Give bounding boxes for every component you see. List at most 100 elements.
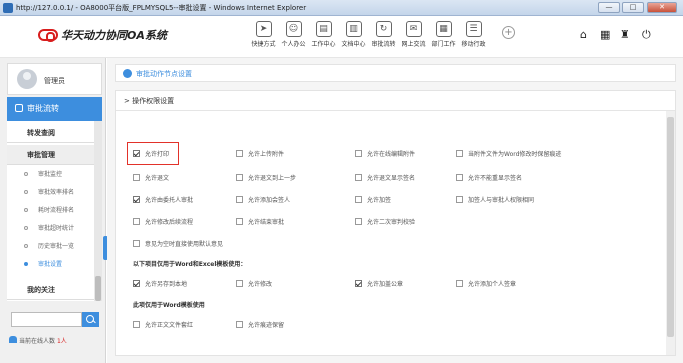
ie-icon <box>3 3 13 13</box>
checkbox[interactable] <box>355 218 362 225</box>
option-keep-trace[interactable]: 当附件文件为Word修改时保留痕迹 <box>456 149 561 158</box>
sidebar-item-duration[interactable]: 耗时流程排名 <box>7 203 94 218</box>
sidebar-item-history[interactable]: 历史审批一览 <box>7 239 94 254</box>
option-red-header[interactable]: 允许正文文件套红 <box>133 320 193 329</box>
option-label: 允许痕迹保留 <box>248 322 285 329</box>
nav-personal[interactable]: ☺ 个人办公 <box>280 19 307 48</box>
checkbox[interactable] <box>133 196 140 203</box>
scrollbar-thumb[interactable] <box>95 276 101 301</box>
option-official-seal[interactable]: 允许加盖公章 <box>355 279 403 288</box>
sidebar-item-monitor[interactable]: 审批监控 <box>7 167 94 182</box>
option-label: 允许加签 <box>367 197 392 204</box>
option-hide-signature[interactable]: 允许不能重显示签名 <box>456 173 522 182</box>
checkbox[interactable] <box>133 218 140 225</box>
checkbox[interactable] <box>355 174 362 181</box>
sidebar-item-efficiency[interactable]: 审批效率排名 <box>7 185 94 200</box>
person-icon: ☺ <box>285 21 302 37</box>
option-label: 允许打印 <box>145 151 170 158</box>
option-same-permission[interactable]: 加签人与审批人权限相同 <box>456 195 534 204</box>
nav-online-chat[interactable]: ✉ 网上交流 <box>400 19 427 48</box>
checkbox[interactable] <box>236 174 243 181</box>
panel-scrollbar[interactable] <box>666 111 675 355</box>
flow-icon: ↻ <box>375 21 392 37</box>
search-button[interactable] <box>82 312 99 327</box>
maximize-button[interactable]: □ <box>622 2 644 13</box>
sidebar-group-follow[interactable]: 我的关注 <box>7 280 94 300</box>
power-icon[interactable]: ⏻ <box>642 28 651 42</box>
chat-icon: ✉ <box>405 21 422 37</box>
mobile-icon: ☰ <box>465 21 482 37</box>
checkbox[interactable] <box>236 150 243 157</box>
option-allow-addsign[interactable]: 允许加签 <box>355 195 391 204</box>
option-second-check[interactable]: 允许二次审判校验 <box>355 217 415 226</box>
sidebar-group-forward[interactable]: 转发查阅 <box>7 123 94 143</box>
checkbox[interactable] <box>355 280 362 287</box>
skin-icon[interactable]: ♜ <box>620 28 630 41</box>
sidebar-group-approval-manage[interactable]: 审批管理 <box>7 145 94 165</box>
scrollbar-thumb[interactable] <box>667 117 674 337</box>
nav-label: 个人办公 <box>281 41 306 48</box>
checkbox[interactable] <box>355 196 362 203</box>
checkbox[interactable] <box>456 174 463 181</box>
nav-department-work[interactable]: ▦ 部门工作 <box>430 19 457 48</box>
home-icon[interactable]: ⌂ <box>580 28 587 41</box>
sidebar-item-overtime[interactable]: 审批超时统计 <box>7 221 94 236</box>
checkbox[interactable] <box>236 280 243 287</box>
checkbox[interactable] <box>133 321 140 328</box>
sidebar-item-label: 历史审批一览 <box>38 243 75 250</box>
flow-icon <box>15 104 23 112</box>
option-personal-seal[interactable]: 允许添加个人签章 <box>456 279 516 288</box>
nav-document-center[interactable]: ▥ 文档中心 <box>340 19 367 48</box>
minimize-button[interactable]: — <box>598 2 620 13</box>
nav-shortcut[interactable]: ➤ 快捷方式 <box>250 19 277 48</box>
permission-panel: > 操作权限设置 允许打印 允许上传附件 允许在线编辑附件 当附件文件为Word… <box>115 90 676 356</box>
checkbox[interactable] <box>133 150 140 157</box>
checkbox[interactable] <box>456 280 463 287</box>
option-add-cosigner[interactable]: 允许添加会签人 <box>236 195 290 204</box>
checkbox[interactable] <box>133 174 140 181</box>
option-return-prev[interactable]: 允许退文到上一步 <box>236 173 296 182</box>
option-label: 允许正文文件套红 <box>145 322 194 329</box>
sidebar-search-input[interactable] <box>11 312 82 327</box>
option-allow-print[interactable]: 允许打印 <box>133 149 169 158</box>
nav-mobile-admin[interactable]: ☰ 移动行政 <box>460 19 487 48</box>
sidebar-scrollbar[interactable] <box>94 121 102 301</box>
app-logo[interactable]: 华天动力协同OA系统 <box>38 27 167 43</box>
option-label: 允许添加会签人 <box>248 197 291 204</box>
sidebar-item-settings[interactable]: 审批设置 <box>7 257 94 272</box>
checkbox[interactable] <box>236 321 243 328</box>
sidebar-section-approval[interactable]: 审批流转 <box>7 97 102 121</box>
option-end-approval[interactable]: 允许结束审批 <box>236 217 284 226</box>
option-default-opinion[interactable]: 意见为空时直接使用默认意见 <box>133 239 223 248</box>
checkbox[interactable] <box>236 218 243 225</box>
nav-work-center[interactable]: ▤ 工作中心 <box>310 19 337 48</box>
option-keep-revisions[interactable]: 允许痕迹保留 <box>236 320 284 329</box>
nav-approval-flow[interactable]: ↻ 审批流转 <box>370 19 397 48</box>
option-save-local[interactable]: 允许另存到本地 <box>133 279 187 288</box>
option-label: 允许二次审判校验 <box>367 219 416 226</box>
checkbox[interactable] <box>133 280 140 287</box>
user-card[interactable]: 管理员 <box>7 63 102 95</box>
checkbox[interactable] <box>355 150 362 157</box>
checkbox[interactable] <box>133 240 140 247</box>
option-allow-upload[interactable]: 允许上传附件 <box>236 149 284 158</box>
grid-icon[interactable]: ▦ <box>600 28 610 41</box>
sidebar-item-label: 审批效率排名 <box>38 189 75 196</box>
checkbox[interactable] <box>236 196 243 203</box>
option-allow-return[interactable]: 允许退文 <box>133 173 169 182</box>
add-nav-icon[interactable]: + <box>502 26 515 39</box>
send-icon: ➤ <box>255 21 272 37</box>
option-modify-flow[interactable]: 允许修改后续流程 <box>133 217 193 226</box>
checkbox[interactable] <box>456 196 463 203</box>
option-label: 允许另存到本地 <box>145 281 188 288</box>
option-return-signature[interactable]: 允许退文显示签名 <box>355 173 415 182</box>
sidebar-menu: 转发查阅 审批管理 审批监控 审批效率排名 耗时流程排名 审批超时统计 历史审批… <box>7 121 94 301</box>
app-header: 华天动力协同OA系统 ➤ 快捷方式 ☺ 个人办公 ▤ 工作中心 ▥ 文档中心 ↻ 审批流转… <box>0 16 683 58</box>
bullet-icon <box>24 172 28 176</box>
close-button[interactable]: ✕ <box>647 2 677 13</box>
option-delegate-approve[interactable]: 允许由委托人审批 <box>133 195 193 204</box>
department-icon: ▦ <box>435 21 452 37</box>
checkbox[interactable] <box>456 150 463 157</box>
option-allow-modify[interactable]: 允许修改 <box>236 279 272 288</box>
option-online-edit[interactable]: 允许在线编辑附件 <box>355 149 415 158</box>
